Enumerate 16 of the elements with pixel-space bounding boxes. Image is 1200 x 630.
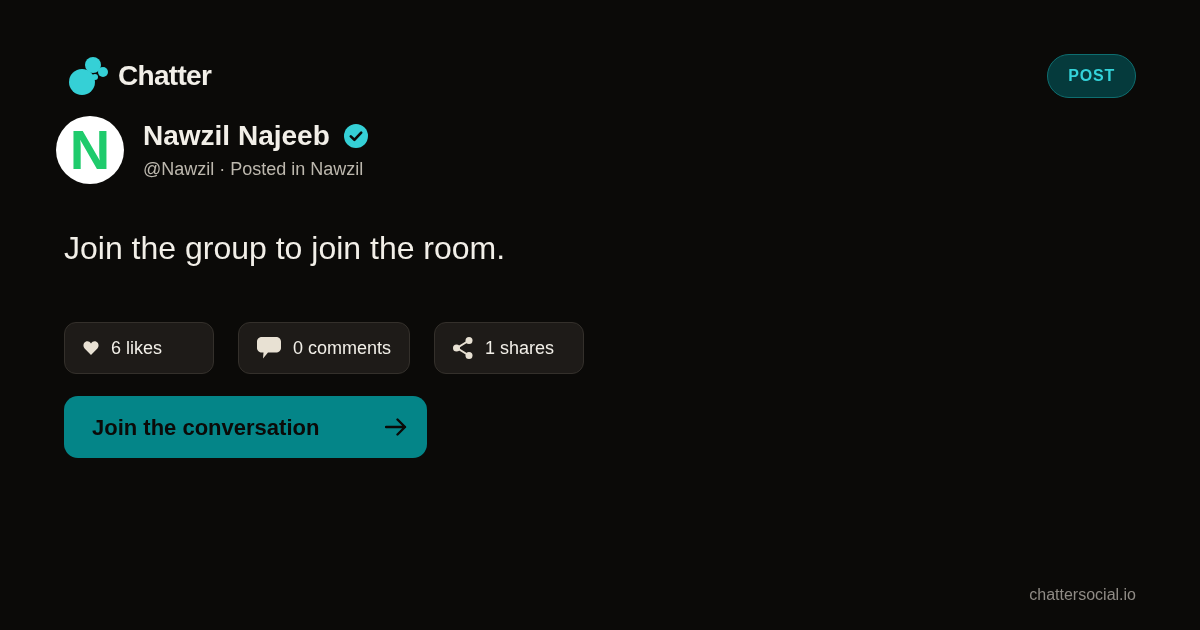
- likes-stat-button[interactable]: 6 likes: [64, 322, 214, 374]
- heart-icon: [83, 341, 99, 355]
- join-conversation-button[interactable]: Join the conversation: [64, 396, 427, 458]
- share-icon: [453, 337, 474, 359]
- post-button[interactable]: POST: [1047, 54, 1136, 98]
- avatar: N: [56, 116, 124, 184]
- shares-stat-button[interactable]: 1 shares: [434, 322, 585, 374]
- arrow-right-icon: [385, 418, 407, 436]
- brand-name: Chatter: [118, 60, 212, 92]
- post-text: Join the group to join the room.: [64, 229, 506, 268]
- domain-text: chattersocial.io: [1029, 585, 1136, 605]
- speech-bubble-icon: [257, 337, 281, 359]
- comments-stat-button[interactable]: 0 comments: [238, 322, 411, 374]
- bubbles-logo-icon: [68, 56, 108, 96]
- author-subtitle: @Nawzil · Posted in Nawzil: [143, 158, 365, 181]
- author-name: Nawzil Najeeb: [143, 119, 330, 153]
